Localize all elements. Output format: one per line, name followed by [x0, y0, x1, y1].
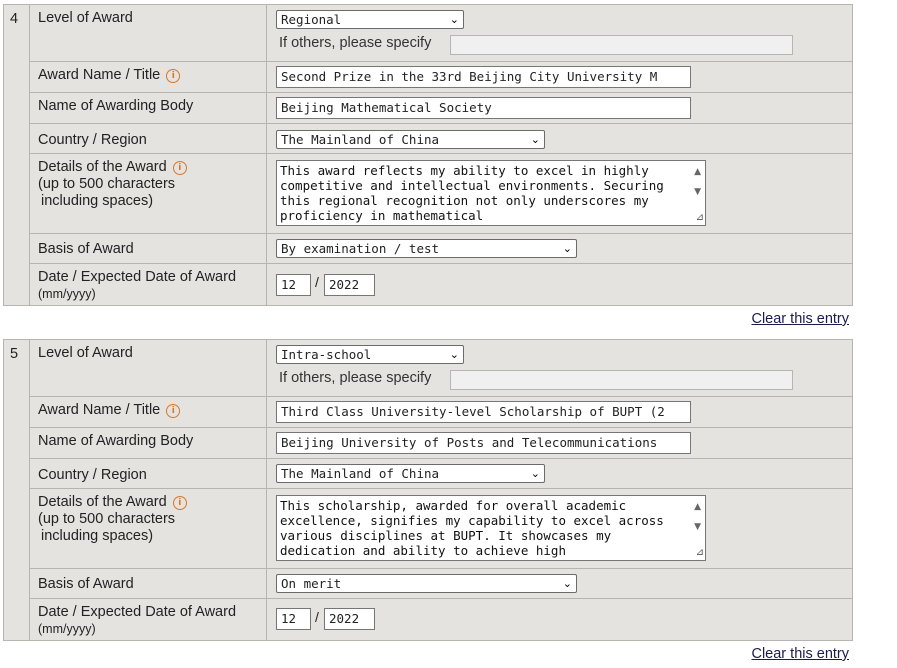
date-separator: /	[315, 609, 319, 625]
scroll-up-icon[interactable]: ▲	[694, 165, 701, 180]
basis-select[interactable]: On merit ⌄	[276, 574, 577, 593]
awarding-body-input[interactable]: Beijing University of Posts and Telecomm…	[276, 432, 691, 454]
date-format-hint: (mm/yyyy)	[38, 287, 96, 301]
details-textarea[interactable]: This award reflects my ability to excel …	[276, 160, 706, 226]
others-label: If others, please specify	[279, 370, 432, 386]
date-separator: /	[315, 274, 319, 290]
details-label-limit: (up to 500 characters	[38, 176, 176, 192]
info-icon[interactable]: i	[172, 161, 187, 175]
country-select[interactable]: The Mainland of China ⌄	[276, 464, 545, 483]
basis-value: On merit	[281, 576, 342, 591]
award-name-input[interactable]: Second Prize in the 33rd Beijing City Un…	[276, 66, 691, 88]
entry-number: 4	[3, 4, 30, 306]
award-entry-4: 4 Level of Award Regional ⌄ If others, p…	[3, 4, 853, 306]
award-entry-5: 5 Level of Award Intra-school ⌄ If other…	[3, 339, 853, 641]
others-label: If others, please specify	[279, 35, 432, 51]
details-textarea[interactable]: This scholarship, awarded for overall ac…	[276, 495, 706, 561]
date-month-input[interactable]: 12	[276, 608, 311, 630]
level-select[interactable]: Intra-school ⌄	[276, 345, 464, 364]
awarding-body-label: Name of Awarding Body	[38, 98, 194, 114]
award-name-input[interactable]: Third Class University-level Scholarship…	[276, 401, 691, 423]
entry-number: 5	[3, 339, 30, 641]
details-label-limit: (up to 500 characters	[38, 511, 176, 527]
others-input[interactable]	[450, 370, 793, 390]
chevron-down-icon: ⌄	[562, 242, 572, 255]
details-value: This award reflects my ability to excel …	[280, 163, 664, 223]
details-label: Details of the Award	[38, 159, 167, 175]
country-label: Country / Region	[38, 467, 147, 483]
info-icon[interactable]: i	[172, 496, 187, 510]
basis-value: By examination / test	[281, 241, 440, 256]
country-value: The Mainland of China	[281, 132, 440, 147]
basis-label: Basis of Award	[38, 241, 134, 257]
resize-grip-icon[interactable]: ⊿	[696, 545, 704, 560]
info-icon[interactable]: i	[166, 69, 181, 83]
country-value: The Mainland of China	[281, 466, 440, 481]
date-year-input[interactable]: 2022	[324, 274, 375, 296]
level-select[interactable]: Regional ⌄	[276, 10, 464, 29]
details-label-note: including spaces)	[41, 193, 154, 209]
date-label: Date / Expected Date of Award	[38, 604, 237, 620]
award-name-label: Award Name / Title	[38, 67, 161, 83]
date-year-input[interactable]: 2022	[324, 608, 375, 630]
level-value: Regional	[281, 12, 342, 27]
awarding-body-label: Name of Awarding Body	[38, 433, 194, 449]
basis-label: Basis of Award	[38, 576, 134, 592]
country-label: Country / Region	[38, 132, 147, 148]
resize-grip-icon[interactable]: ⊿	[696, 210, 704, 225]
level-value: Intra-school	[281, 347, 372, 362]
awarding-body-input[interactable]: Beijing Mathematical Society	[276, 97, 691, 119]
award-name-label: Award Name / Title	[38, 402, 161, 418]
clear-entry-link[interactable]: Clear this entry	[751, 311, 849, 327]
details-label: Details of the Award	[38, 494, 167, 510]
chevron-down-icon: ⌄	[530, 467, 540, 480]
details-value: This scholarship, awarded for overall ac…	[280, 498, 664, 558]
chevron-down-icon: ⌄	[449, 13, 459, 26]
scroll-down-icon[interactable]: ▼	[694, 185, 701, 200]
scroll-down-icon[interactable]: ▼	[694, 520, 701, 535]
date-label: Date / Expected Date of Award	[38, 269, 237, 285]
chevron-down-icon: ⌄	[530, 133, 540, 146]
level-label: Level of Award	[38, 10, 133, 26]
clear-entry-link[interactable]: Clear this entry	[751, 646, 849, 662]
chevron-down-icon: ⌄	[449, 348, 459, 361]
level-label: Level of Award	[38, 345, 133, 361]
scroll-up-icon[interactable]: ▲	[694, 500, 701, 515]
chevron-down-icon: ⌄	[562, 577, 572, 590]
basis-select[interactable]: By examination / test ⌄	[276, 239, 577, 258]
date-format-hint: (mm/yyyy)	[38, 622, 96, 636]
date-month-input[interactable]: 12	[276, 274, 311, 296]
others-input[interactable]	[450, 35, 793, 55]
info-icon[interactable]: i	[166, 404, 181, 418]
country-select[interactable]: The Mainland of China ⌄	[276, 130, 545, 149]
details-label-note: including spaces)	[41, 528, 154, 544]
